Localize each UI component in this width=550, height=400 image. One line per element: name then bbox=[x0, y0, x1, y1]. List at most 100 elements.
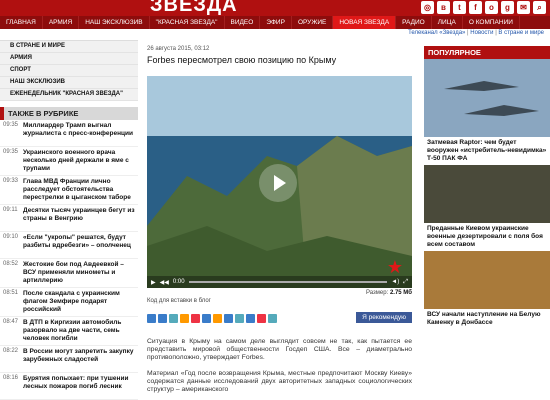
video-controls: ▶ ◀◀ 0:00 ◄) ⤢ bbox=[147, 276, 412, 288]
nav-item-red-star[interactable]: "КРАСНАЯ ЗВЕЗДА" bbox=[150, 16, 225, 29]
vk-share-icon[interactable] bbox=[147, 314, 156, 323]
list-item[interactable]: 08:16 Бурятия попыхает: при тушении лесны… bbox=[0, 373, 138, 400]
rewind-icon[interactable]: ◀◀ bbox=[160, 279, 169, 286]
popular-image-artillery[interactable] bbox=[424, 251, 550, 309]
nav-item-home[interactable]: ГЛАВНАЯ bbox=[0, 16, 43, 29]
liveinternet-share-icon[interactable] bbox=[224, 314, 233, 323]
news-headline[interactable]: Десятки тысяч украинцев бегут из страны … bbox=[23, 207, 135, 229]
news-headline[interactable]: Жестокие бои под Авдеевкой – ВСУ применя… bbox=[23, 261, 135, 285]
list-item[interactable]: 08:22 В России могут запретить закупку за… bbox=[0, 346, 138, 373]
nav-item-weapons[interactable]: ОРУЖИЕ bbox=[292, 16, 334, 29]
mail-share-icon[interactable] bbox=[202, 314, 211, 323]
news-headline[interactable]: После скандала с украинским флагом Земфи… bbox=[23, 290, 135, 314]
video-size-label: Размер: bbox=[365, 290, 389, 296]
news-headline[interactable]: Глава МВД Франции лично расследует обсто… bbox=[23, 178, 135, 202]
news-time: 08:22 bbox=[3, 348, 19, 354]
article-paragraph: Материал «Год после возвращения Крыма, м… bbox=[147, 370, 412, 393]
popular-heading: ПОПУЛЯРНОЕ bbox=[424, 46, 550, 59]
list-item[interactable]: 09:33 Глава МВД Франции лично расследует … bbox=[0, 176, 138, 205]
main-nav: ГЛАВНАЯ АРМИЯ НАШ ЭКСКЛЮЗИВ "КРАСНАЯ ЗВЕ… bbox=[0, 16, 550, 29]
nav-item-army[interactable]: АРМИЯ bbox=[43, 16, 80, 29]
twitter-share-icon[interactable] bbox=[169, 314, 178, 323]
surfingbird-share-icon[interactable] bbox=[257, 314, 266, 323]
news-time: 09:35 bbox=[3, 149, 19, 155]
popular-headline[interactable]: ВСУ начали наступление на Белую Каменку … bbox=[424, 309, 550, 329]
category-item[interactable]: СПОРТ bbox=[0, 65, 138, 77]
video-progress-bar[interactable] bbox=[188, 281, 388, 283]
comment-icon[interactable]: ✉ bbox=[517, 1, 530, 14]
list-item[interactable]: 08:47 В ДТП в Киргизии автомобиль разорва… bbox=[0, 317, 138, 346]
nav-item-faces[interactable]: ЛИЦА bbox=[432, 16, 463, 29]
news-time: 09:11 bbox=[3, 207, 18, 213]
nav-item-radio[interactable]: РАДИО bbox=[396, 16, 432, 29]
blogger-share-icon[interactable] bbox=[235, 314, 244, 323]
play-icon[interactable]: ▶ bbox=[151, 279, 156, 286]
twitter-icon[interactable]: t bbox=[453, 1, 466, 14]
fullscreen-icon[interactable]: ⤢ bbox=[403, 279, 408, 286]
vk-icon[interactable]: в bbox=[437, 1, 450, 14]
embed-code-link[interactable]: Код для вставки в блог bbox=[147, 298, 211, 304]
popular-headline[interactable]: Затмевая Raptor: чем будет вооружен «ист… bbox=[424, 137, 550, 165]
rubric-news-list: 09:35 Миллиардер Трамп выгнал журналиста … bbox=[0, 120, 138, 400]
breadcrumb-news[interactable]: Новости bbox=[470, 30, 493, 36]
nav-item-video[interactable]: ВИДЕО bbox=[225, 16, 261, 29]
print-share-icon[interactable] bbox=[268, 314, 277, 323]
nav-item-about[interactable]: О КОМПАНИИ bbox=[463, 16, 520, 29]
social-icons: ◎ в t f о g ✉ ⌕ bbox=[421, 1, 546, 14]
news-time: 08:16 bbox=[3, 375, 19, 381]
facebook-share-icon[interactable] bbox=[158, 314, 167, 323]
popular-image-soldiers[interactable] bbox=[424, 165, 550, 223]
news-headline[interactable]: Миллиардер Трамп выгнал журналиста с пре… bbox=[23, 122, 135, 144]
list-item[interactable]: 09:35 Украинского военного врача нескольк… bbox=[0, 147, 138, 176]
category-list: В СТРАНЕ И МИРЕ АРМИЯ СПОРТ НАШ ЭКСКЛЮЗИ… bbox=[0, 40, 138, 101]
news-headline[interactable]: «Если "укропы" решатся, будут разбиты вд… bbox=[23, 234, 135, 256]
google-plus-icon[interactable]: g bbox=[501, 1, 514, 14]
page-title: Forbes пересмотрел свою позицию по Крыму bbox=[147, 55, 337, 65]
google-share-icon[interactable] bbox=[191, 314, 200, 323]
nav-item-new-star[interactable]: НОВАЯ ЗВЕЗДА bbox=[333, 16, 397, 29]
category-item[interactable]: АРМИЯ bbox=[0, 53, 138, 65]
rubric-heading: ТАКЖЕ В РУБРИКЕ bbox=[0, 107, 138, 120]
news-time: 09:35 bbox=[3, 122, 19, 128]
news-time: 08:51 bbox=[3, 290, 19, 296]
search-icon[interactable]: ⌕ bbox=[533, 1, 546, 14]
play-button[interactable] bbox=[259, 164, 297, 202]
nav-item-air[interactable]: ЭФИР bbox=[260, 16, 292, 29]
channel-star-icon: ★ bbox=[386, 257, 404, 277]
category-item[interactable]: ЕЖЕНЕДЕЛЬНИК "КРАСНАЯ ЗВЕЗДА" bbox=[0, 89, 138, 101]
popular-headline[interactable]: Преданные Киевом украинские военные дезе… bbox=[424, 223, 550, 251]
list-item[interactable]: 09:35 Миллиардер Трамп выгнал журналиста … bbox=[0, 120, 138, 147]
share-bar bbox=[147, 314, 277, 323]
breadcrumb-channel[interactable]: Телеканал «Звезда» bbox=[408, 30, 465, 36]
nav-item-exclusive[interactable]: НАШ ЭКСКЛЮЗИВ bbox=[79, 16, 150, 29]
ok-share-icon[interactable] bbox=[180, 314, 189, 323]
news-time: 08:47 bbox=[3, 319, 19, 325]
news-time: 09:10 bbox=[3, 234, 19, 240]
instagram-icon[interactable]: ◎ bbox=[421, 1, 434, 14]
category-item[interactable]: НАШ ЭКСКЛЮЗИВ bbox=[0, 77, 138, 89]
list-item[interactable]: 09:11 Десятки тысяч украинцев бегут из ст… bbox=[0, 205, 138, 232]
ok-icon[interactable]: о bbox=[485, 1, 498, 14]
list-item[interactable]: 08:52 Жестокие бои под Авдеевкой – ВСУ пр… bbox=[0, 259, 138, 288]
video-player[interactable]: ★ ▶ ◀◀ 0:00 ◄) ⤢ bbox=[147, 76, 412, 288]
recommend-button[interactable]: Я рекомендую bbox=[356, 312, 412, 323]
facebook-icon[interactable]: f bbox=[469, 1, 482, 14]
news-headline[interactable]: В ДТП в Киргизии автомобиль разорвало на… bbox=[23, 319, 135, 343]
article-date: 26 августа 2015, 03:12 bbox=[147, 46, 210, 52]
moimir-share-icon[interactable] bbox=[246, 314, 255, 323]
news-time: 09:33 bbox=[3, 178, 19, 184]
news-headline[interactable]: Бурятия попыхает: при тушении лесных пож… bbox=[23, 375, 135, 397]
right-column: ПОПУЛЯРНОЕ Затмевая Raptor: чем будет во… bbox=[424, 46, 550, 329]
site-logo[interactable]: ЗВЕЗДА bbox=[150, 0, 238, 17]
volume-icon[interactable]: ◄) bbox=[391, 279, 399, 285]
popular-image-jets[interactable] bbox=[424, 59, 550, 137]
list-item[interactable]: 08:51 После скандала с украинским флагом … bbox=[0, 288, 138, 317]
category-item[interactable]: В СТРАНЕ И МИРЕ bbox=[0, 41, 138, 53]
news-headline[interactable]: В России могут запретить закупку зарубеж… bbox=[23, 348, 135, 370]
news-headline[interactable]: Украинского военного врача несколько дне… bbox=[23, 149, 135, 173]
video-size: 2.75 Мб bbox=[389, 290, 412, 296]
article-paragraph: Ситуация в Крыму на самом деле выглядит … bbox=[147, 338, 412, 361]
list-item[interactable]: 09:10 «Если "укропы" решатся, будут разби… bbox=[0, 232, 138, 259]
lj-share-icon[interactable] bbox=[213, 314, 222, 323]
breadcrumb-section[interactable]: В стране и мире bbox=[498, 30, 544, 36]
